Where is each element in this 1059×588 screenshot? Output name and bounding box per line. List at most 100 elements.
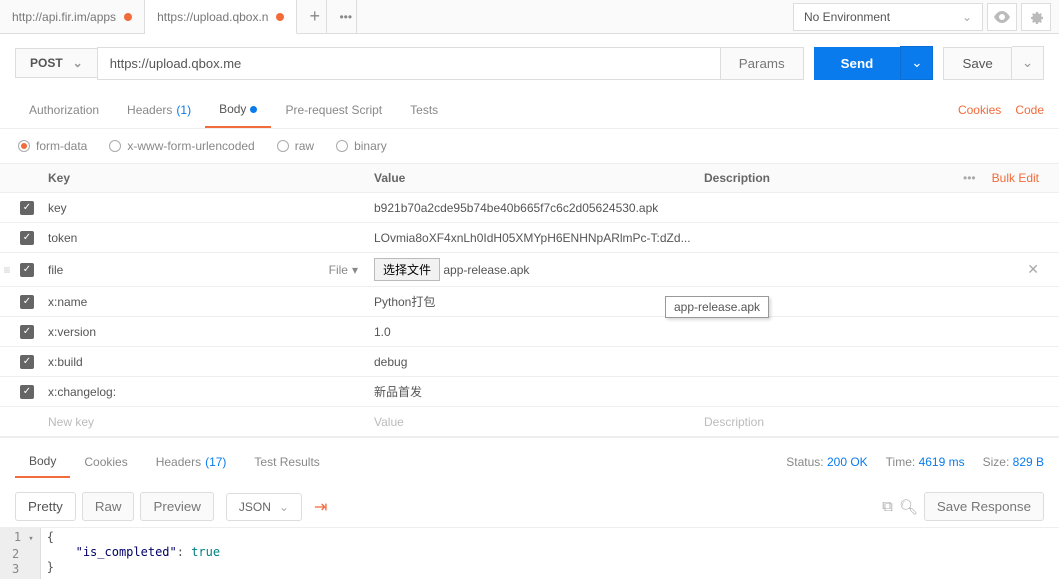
radio-label: binary — [354, 139, 387, 153]
radio-raw[interactable]: raw — [277, 139, 314, 153]
row-checkbox[interactable]: ✓ — [20, 295, 34, 309]
choose-file-button[interactable]: 选择文件 — [374, 258, 440, 281]
kv-row: ✓ x:build debug — [0, 347, 1059, 377]
fold-icon[interactable]: ▾ — [28, 534, 33, 544]
save-options-button[interactable]: ⌄ — [1012, 46, 1044, 80]
tab-menu-button[interactable]: ••• — [327, 0, 357, 34]
tab-body-label: Body — [219, 102, 246, 116]
tab-body[interactable]: Body — [205, 92, 271, 128]
header-value: Value — [370, 171, 700, 185]
drag-handle-icon[interactable]: ≡ — [3, 263, 10, 277]
kv-header: Key Value Description ••• Bulk Edit — [0, 163, 1059, 193]
key-text[interactable]: x:name — [48, 295, 87, 309]
row-checkbox[interactable]: ✓ — [20, 231, 34, 245]
code-body[interactable]: { "is_completed": true } — [41, 528, 226, 579]
key-text[interactable]: x:changelog: — [48, 385, 116, 399]
key-text[interactable]: x:version — [48, 325, 96, 339]
kv-row: ≡✓fileFile ▾选择文件 app-release.apk✕ — [0, 253, 1059, 287]
size-label: Size: — [983, 455, 1010, 469]
request-row: POST ⌄ Params Send ⌄ Save ⌄ — [0, 34, 1059, 92]
radio-urlencoded[interactable]: x-www-form-urlencoded — [109, 139, 254, 153]
new-key-input[interactable]: New key — [40, 415, 370, 429]
env-quicklook-button[interactable] — [987, 3, 1017, 31]
row-checkbox[interactable]: ✓ — [20, 325, 34, 339]
row-checkbox[interactable]: ✓ — [20, 201, 34, 215]
save-button[interactable]: Save — [943, 47, 1011, 80]
gutter: 1 ▾ 2 3 — [0, 528, 41, 579]
tab-prerequest[interactable]: Pre-request Script — [271, 93, 396, 127]
resp-tab-cookies[interactable]: Cookies — [70, 447, 141, 477]
row-checkbox[interactable]: ✓ — [20, 385, 34, 399]
new-value-input[interactable]: Value — [370, 415, 700, 429]
modified-dot-icon — [276, 13, 284, 21]
key-text[interactable]: file — [48, 263, 63, 277]
delete-row-icon[interactable]: ✕ — [1027, 261, 1039, 278]
radio-form-data[interactable]: form-data — [18, 139, 87, 153]
tabs-bar: http://api.fir.im/apps https://upload.qb… — [0, 0, 1059, 34]
value-text[interactable]: LOvmia8oXF4xnLh0IdH05XMYpH6ENHNpARlmPc-T… — [374, 231, 691, 245]
headers-count: (1) — [176, 103, 191, 117]
method-select[interactable]: POST ⌄ — [15, 48, 97, 78]
resp-headers-label: Headers — [156, 455, 201, 469]
view-pretty-button[interactable]: Pretty — [15, 492, 76, 521]
environment-bar: No Environment ⌄ — [793, 3, 1059, 31]
type-select[interactable]: File ▾ — [329, 263, 358, 277]
tab-2[interactable]: https://upload.qbox.n — [145, 0, 297, 34]
tab-label: https://upload.qbox.n — [157, 10, 268, 24]
code-link[interactable]: Code — [1015, 103, 1044, 117]
kv-row: ✓ token LOvmia8oXF4xnLh0IdH05XMYpH6ENHNpAR… — [0, 223, 1059, 253]
row-checkbox[interactable]: ✓ — [20, 355, 34, 369]
header-desc: Description — [700, 171, 963, 185]
cookies-link[interactable]: Cookies — [958, 103, 1001, 117]
tab-headers[interactable]: Headers (1) — [113, 93, 205, 127]
url-input[interactable] — [97, 47, 720, 80]
row-checkbox[interactable]: ✓ — [20, 263, 34, 277]
time-label: Time: — [886, 455, 916, 469]
view-raw-button[interactable]: Raw — [82, 492, 135, 521]
settings-button[interactable] — [1021, 3, 1051, 31]
format-select[interactable]: JSON ⌄ — [226, 493, 302, 521]
value-text[interactable]: b921b70a2cde95b74be40b665f7c6c2d05624530… — [374, 201, 658, 215]
value-text[interactable]: 1.0 — [374, 325, 391, 339]
search-icon[interactable]: 🔍︎ — [899, 498, 918, 516]
resp-tab-headers[interactable]: Headers (17) — [142, 447, 241, 477]
radio-icon — [109, 140, 121, 152]
tab-1[interactable]: http://api.fir.im/apps — [0, 0, 145, 34]
size-value: 829 B — [1013, 455, 1044, 469]
value-text[interactable]: debug — [374, 355, 407, 369]
bulk-edit-link[interactable]: Bulk Edit — [992, 171, 1039, 185]
key-text[interactable]: key — [48, 201, 67, 215]
value-text[interactable]: Python打包 — [374, 295, 435, 309]
send-button[interactable]: Send — [814, 47, 901, 80]
chevron-down-icon: ⌄ — [73, 56, 83, 70]
params-button[interactable]: Params — [720, 47, 804, 80]
tab-authorization[interactable]: Authorization — [15, 93, 113, 127]
key-text[interactable]: x:build — [48, 355, 83, 369]
env-label: No Environment — [804, 10, 890, 24]
send-options-button[interactable]: ⌄ — [900, 46, 933, 80]
resp-tab-tests[interactable]: Test Results — [240, 447, 333, 477]
value-text[interactable]: 新品首发 — [374, 385, 422, 399]
resp-tab-body[interactable]: Body — [15, 446, 70, 478]
add-tab-button[interactable]: + — [297, 0, 327, 34]
radio-binary[interactable]: binary — [336, 139, 387, 153]
view-preview-button[interactable]: Preview — [140, 492, 213, 521]
copy-icon[interactable]: ⧉ — [882, 498, 893, 515]
tab-tests[interactable]: Tests — [396, 93, 452, 127]
radio-label: form-data — [36, 139, 87, 153]
eye-icon — [993, 11, 1011, 23]
new-desc-input[interactable]: Description — [700, 415, 1059, 429]
body-indicator-icon — [250, 106, 257, 113]
columns-menu-icon[interactable]: ••• — [963, 171, 976, 185]
key-text[interactable]: token — [48, 231, 77, 245]
kv-row: ✓ x:name Python打包 — [0, 287, 1059, 317]
code-line-1: { — [47, 530, 220, 545]
kv-row-new[interactable]: New key Value Description — [0, 407, 1059, 437]
response-body: 1 ▾ 2 3 { "is_completed": true } — [0, 528, 1059, 579]
save-response-button[interactable]: Save Response — [924, 492, 1044, 521]
wrap-lines-icon[interactable]: ⇥ — [308, 497, 333, 517]
chevron-down-icon: ⌄ — [1022, 55, 1033, 70]
environment-select[interactable]: No Environment ⌄ — [793, 3, 983, 31]
time-value: 4619 ms — [919, 455, 965, 469]
header-key: Key — [40, 171, 370, 185]
